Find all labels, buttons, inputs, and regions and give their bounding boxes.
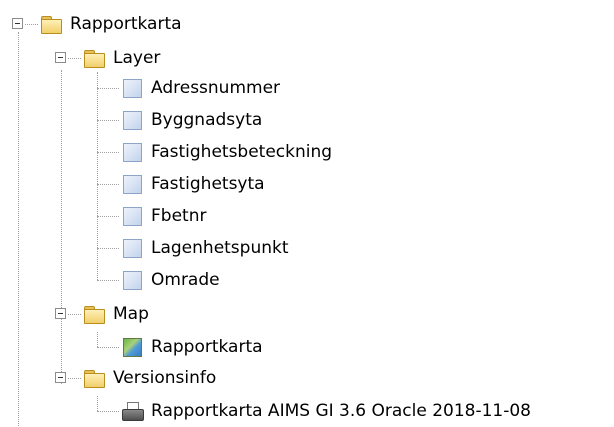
collapse-toggle-layer[interactable] <box>55 52 66 63</box>
layer-icon <box>121 237 143 259</box>
folder-icon <box>83 367 105 389</box>
tree-node-adressnummer[interactable]: Adressnummer <box>121 72 280 104</box>
layer-icon <box>121 269 143 291</box>
tree-connector <box>97 248 119 249</box>
tree-connector <box>97 120 119 121</box>
tree-connector <box>68 58 81 59</box>
map-icon <box>121 336 143 358</box>
tree-node-version-report[interactable]: Rapportkarta AIMS GI 3.6 Oracle 2018-11-… <box>121 395 531 427</box>
tree-connector <box>68 378 81 379</box>
tree-connector <box>97 280 119 281</box>
tree-node-label: Fastighetsbeteckning <box>151 142 333 162</box>
layer-icon <box>121 77 143 99</box>
tree-node-fastighetsyta[interactable]: Fastighetsyta <box>121 168 265 200</box>
collapse-toggle-versionsinfo[interactable] <box>55 372 66 383</box>
tree-connector <box>61 70 62 384</box>
tree-node-label: Byggnadsyta <box>151 110 263 130</box>
tree-connector <box>97 88 119 89</box>
collapse-toggle-rapportkarta[interactable] <box>12 18 23 29</box>
layer-icon <box>121 173 143 195</box>
tree-node-label: Map <box>113 304 149 324</box>
tree-node-label: Fastighetsyta <box>151 174 265 194</box>
folder-icon <box>83 47 105 69</box>
tree-node-label: Adressnummer <box>151 78 281 98</box>
tree-node-map[interactable]: Map <box>83 298 149 330</box>
tree-node-versionsinfo[interactable]: Versionsinfo <box>83 362 216 394</box>
tree-node-fbetnr[interactable]: Fbetnr <box>121 200 206 232</box>
tree-node-layer[interactable]: Layer <box>83 42 160 74</box>
tree-node-label: Omrade <box>151 270 220 290</box>
tree-connector <box>25 24 38 25</box>
tree-connector <box>97 216 119 217</box>
tree-node-fastighetsbeteckning[interactable]: Fastighetsbeteckning <box>121 136 332 168</box>
tree-connector <box>18 32 19 426</box>
layer-icon <box>121 109 143 131</box>
tree-node-label: Rapportkarta <box>70 14 182 34</box>
tree-connector <box>97 184 119 185</box>
tree-connector <box>97 411 119 412</box>
tree-connector <box>97 396 98 411</box>
tree-node-map-rapportkarta[interactable]: Rapportkarta <box>121 331 263 363</box>
tree-view: Rapportkarta Layer Adressnummer Byggnads… <box>0 0 614 426</box>
tree-node-label: Lagenhetspunkt <box>151 238 289 258</box>
tree-node-label: Rapportkarta AIMS GI 3.6 Oracle 2018-11-… <box>151 401 531 421</box>
tree-node-label: Layer <box>113 48 161 68</box>
tree-connector <box>97 152 119 153</box>
tree-connector <box>97 332 98 347</box>
folder-icon <box>40 13 62 35</box>
tree-connector <box>97 347 119 348</box>
folder-icon <box>83 303 105 325</box>
tree-node-label: Rapportkarta <box>151 337 263 357</box>
tree-node-byggnadsyta[interactable]: Byggnadsyta <box>121 104 262 136</box>
collapse-toggle-map[interactable] <box>55 308 66 319</box>
printer-icon <box>121 400 144 422</box>
tree-node-label: Versionsinfo <box>113 368 217 388</box>
tree-node-label: Fbetnr <box>151 206 207 226</box>
tree-node-rapportkarta-root[interactable]: Rapportkarta <box>40 8 182 40</box>
layer-icon <box>121 141 143 163</box>
tree-node-lagenhetspunkt[interactable]: Lagenhetspunkt <box>121 232 289 264</box>
layer-icon <box>121 205 143 227</box>
tree-connector <box>68 314 81 315</box>
tree-node-omrade[interactable]: Omrade <box>121 264 220 296</box>
